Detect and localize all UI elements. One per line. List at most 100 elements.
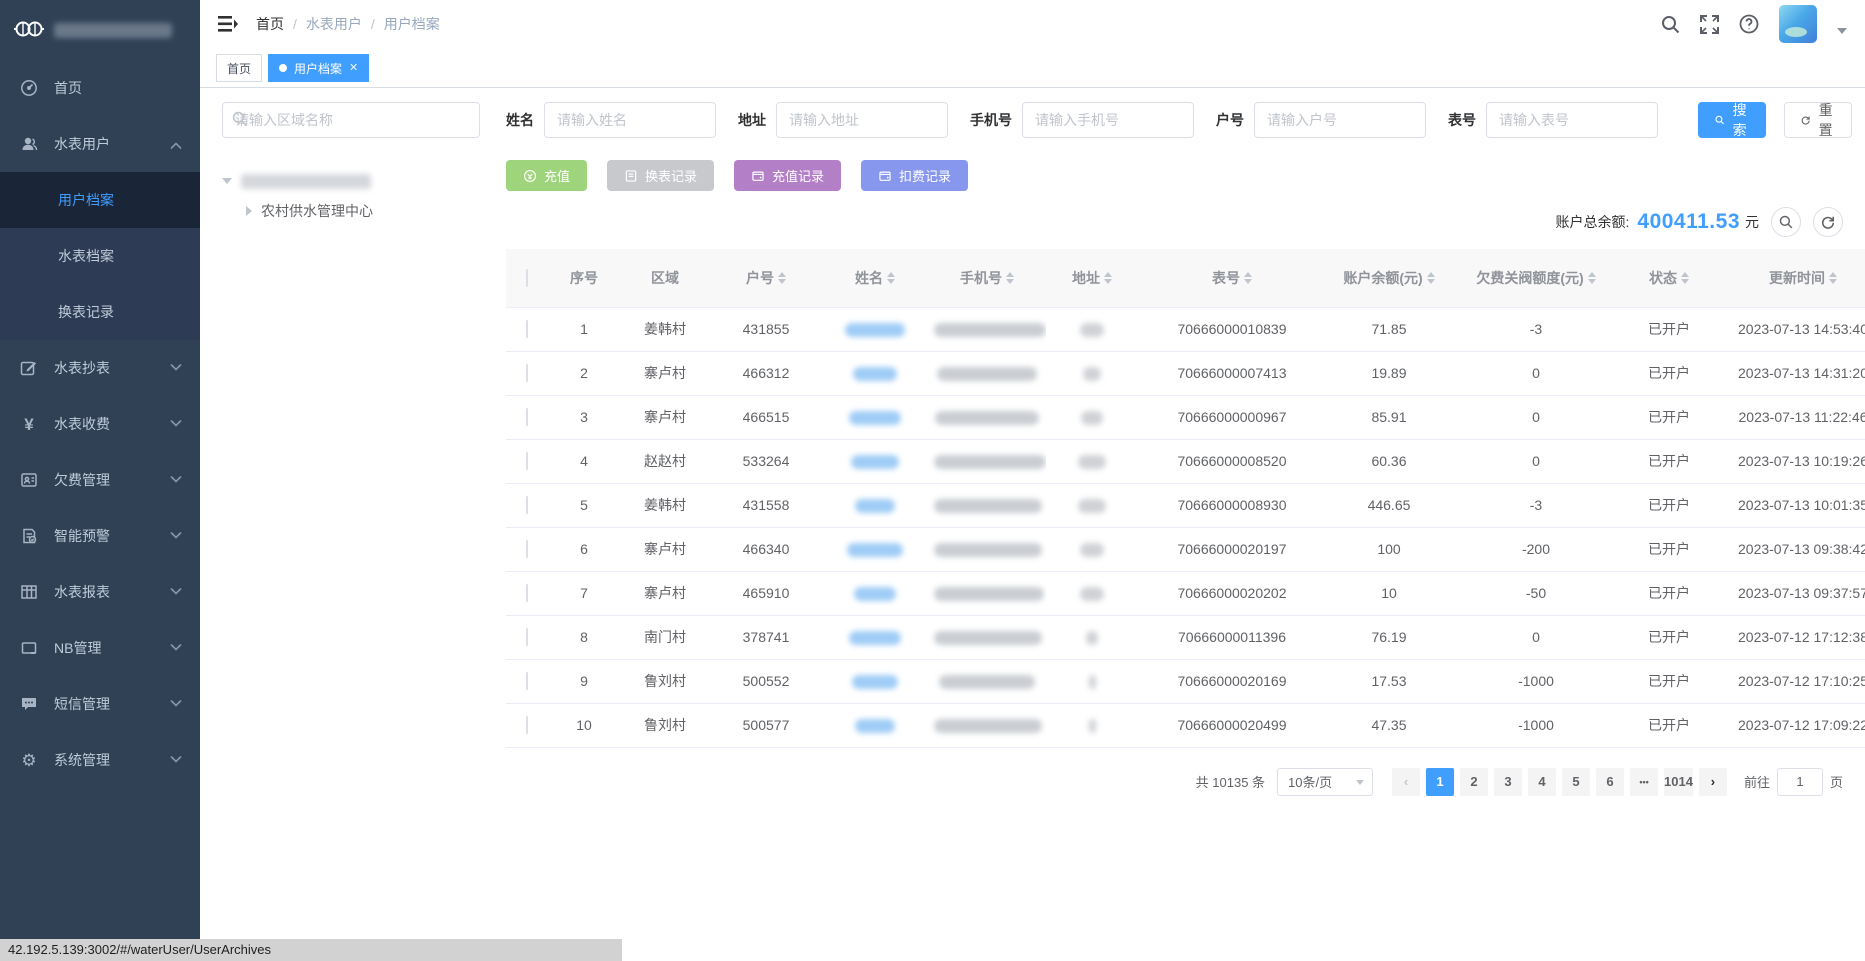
next-page-button[interactable]: › xyxy=(1699,768,1727,796)
row-checkbox[interactable] xyxy=(526,540,528,558)
toolbar-button-充值[interactable]: 充值 xyxy=(506,160,587,191)
goto-page-input[interactable] xyxy=(1777,768,1823,796)
sidebar-item-1[interactable]: 首页 xyxy=(0,60,200,116)
prev-page-button[interactable]: ‹ xyxy=(1392,768,1420,796)
tree-child-node[interactable]: 农村供水管理中心 xyxy=(222,196,506,226)
search-icon[interactable] xyxy=(1661,15,1680,34)
sidebar-item-3[interactable]: 水表抄表 xyxy=(0,340,200,396)
toolbar-button-充值记录[interactable]: 充值记录 xyxy=(734,160,841,191)
caret-down-icon[interactable] xyxy=(222,178,232,184)
row-checkbox[interactable] xyxy=(526,364,528,382)
toolbar-button-换表记录[interactable]: 换表记录 xyxy=(607,160,714,191)
field-label: 表号 xyxy=(1448,110,1476,130)
page-button-2[interactable]: 2 xyxy=(1460,768,1488,796)
cell-name-redacted-link[interactable] xyxy=(845,323,905,337)
top-navbar: 首页/水表用户/用户档案 xyxy=(200,0,1865,48)
sort-caret-icon[interactable] xyxy=(1006,272,1014,284)
sort-caret-icon[interactable] xyxy=(778,272,786,284)
toolbar-button-label: 充值 xyxy=(544,166,570,185)
chevron-down-icon xyxy=(170,363,182,374)
page-button-1014[interactable]: 1014 xyxy=(1664,768,1693,796)
hamburger-icon[interactable] xyxy=(218,15,238,33)
sidebar-item-9[interactable]: 短信管理 xyxy=(0,676,200,732)
tab-首页[interactable]: 首页 xyxy=(216,54,262,82)
toolbar-button-扣费记录[interactable]: 扣费记录 xyxy=(861,160,968,191)
fullscreen-icon[interactable] xyxy=(1700,15,1719,34)
cell-name-redacted-link[interactable] xyxy=(855,499,895,513)
caret-down-icon[interactable] xyxy=(1837,28,1847,34)
page-button-5[interactable]: 5 xyxy=(1562,768,1590,796)
sort-caret-icon[interactable] xyxy=(1588,272,1596,284)
sidebar-item-8[interactable]: NB管理 xyxy=(0,620,200,676)
page-button-3[interactable]: 3 xyxy=(1494,768,1522,796)
表号-input[interactable] xyxy=(1486,102,1658,138)
tab-bar: 首页用户档案✕ xyxy=(200,48,1865,88)
select-all-checkbox[interactable] xyxy=(526,269,528,287)
page-button-6[interactable]: 6 xyxy=(1596,768,1624,796)
reset-button[interactable]: 重置 xyxy=(1784,102,1852,138)
sort-caret-icon[interactable] xyxy=(1244,272,1252,284)
avatar[interactable] xyxy=(1779,5,1817,43)
tree-root-node[interactable] xyxy=(222,166,506,196)
region-search-input[interactable] xyxy=(222,102,480,138)
table-row: 3寨卢村4665157066600000096785.910已开户2023-07… xyxy=(506,395,1865,439)
row-checkbox[interactable] xyxy=(526,716,528,734)
close-icon[interactable]: ✕ xyxy=(349,63,358,74)
sort-caret-icon[interactable] xyxy=(887,272,895,284)
sidebar-item-10[interactable]: ⚙系统管理 xyxy=(0,732,200,788)
sidebar-item-7[interactable]: 水表报表 xyxy=(0,564,200,620)
cell-updated: 2023-07-13 14:53:40 xyxy=(1718,307,1865,351)
cell-name-redacted-link[interactable] xyxy=(853,367,897,381)
cell-region: 姜韩村 xyxy=(620,307,710,351)
sidebar-subitem-用户档案[interactable]: 用户档案 xyxy=(0,172,200,228)
sidebar-item-5[interactable]: 欠费管理 xyxy=(0,452,200,508)
dashboard-icon xyxy=(18,79,40,97)
sort-caret-icon[interactable] xyxy=(1829,272,1837,284)
cell-address-redacted xyxy=(1078,455,1106,469)
status-badge: 已开户 xyxy=(1620,527,1718,571)
cell-name-redacted-link[interactable] xyxy=(849,411,901,425)
row-checkbox[interactable] xyxy=(526,672,528,690)
cell-valve-threshold: 0 xyxy=(1452,351,1620,395)
row-checkbox[interactable] xyxy=(526,452,528,470)
row-checkbox[interactable] xyxy=(526,628,528,646)
sidebar-subitem-水表档案[interactable]: 水表档案 xyxy=(0,228,200,284)
cell-name-redacted-link[interactable] xyxy=(852,675,898,689)
sort-caret-icon[interactable] xyxy=(1104,272,1112,284)
row-checkbox[interactable] xyxy=(526,320,528,338)
page-button-4[interactable]: 4 xyxy=(1528,768,1556,796)
column-header: 更新时间 xyxy=(1769,268,1825,288)
手机号-input[interactable] xyxy=(1022,102,1194,138)
gear-icon: ⚙ xyxy=(18,752,40,769)
户号-input[interactable] xyxy=(1254,102,1426,138)
sidebar-subitem-换表记录[interactable]: 换表记录 xyxy=(0,284,200,340)
姓名-input[interactable] xyxy=(544,102,716,138)
zoom-button[interactable] xyxy=(1771,207,1801,237)
row-checkbox[interactable] xyxy=(526,584,528,602)
page-button-1[interactable]: 1 xyxy=(1426,768,1454,796)
sidebar-item-2[interactable]: 水表用户 xyxy=(0,116,200,172)
cell-name-redacted-link[interactable] xyxy=(851,455,899,469)
cell-name-redacted-link[interactable] xyxy=(849,631,901,645)
sort-caret-icon[interactable] xyxy=(1427,272,1435,284)
cell-balance: 100 xyxy=(1326,527,1452,571)
row-checkbox[interactable] xyxy=(526,408,528,426)
page-size-select[interactable]: 10条/页 xyxy=(1277,768,1373,796)
cell-name-redacted-link[interactable] xyxy=(855,719,895,733)
tab-用户档案[interactable]: 用户档案✕ xyxy=(268,54,369,82)
sidebar-item-6[interactable]: 智能预警 xyxy=(0,508,200,564)
cell-name-redacted-link[interactable] xyxy=(847,543,903,557)
breadcrumb-item[interactable]: 首页 xyxy=(256,14,284,34)
sidebar-item-4[interactable]: ¥水表收费 xyxy=(0,396,200,452)
help-icon[interactable] xyxy=(1739,14,1759,34)
refresh-button[interactable] xyxy=(1813,207,1843,237)
search-button[interactable]: 搜索 xyxy=(1698,102,1766,138)
more-pages-button[interactable]: ••• xyxy=(1630,768,1658,796)
caret-right-icon[interactable] xyxy=(246,206,252,216)
chevron-down-icon xyxy=(170,643,182,654)
row-checkbox[interactable] xyxy=(526,496,528,514)
cell-name-redacted-link[interactable] xyxy=(854,587,896,601)
地址-input[interactable] xyxy=(776,102,948,138)
app-title-redacted xyxy=(54,23,172,38)
sort-caret-icon[interactable] xyxy=(1681,272,1689,284)
